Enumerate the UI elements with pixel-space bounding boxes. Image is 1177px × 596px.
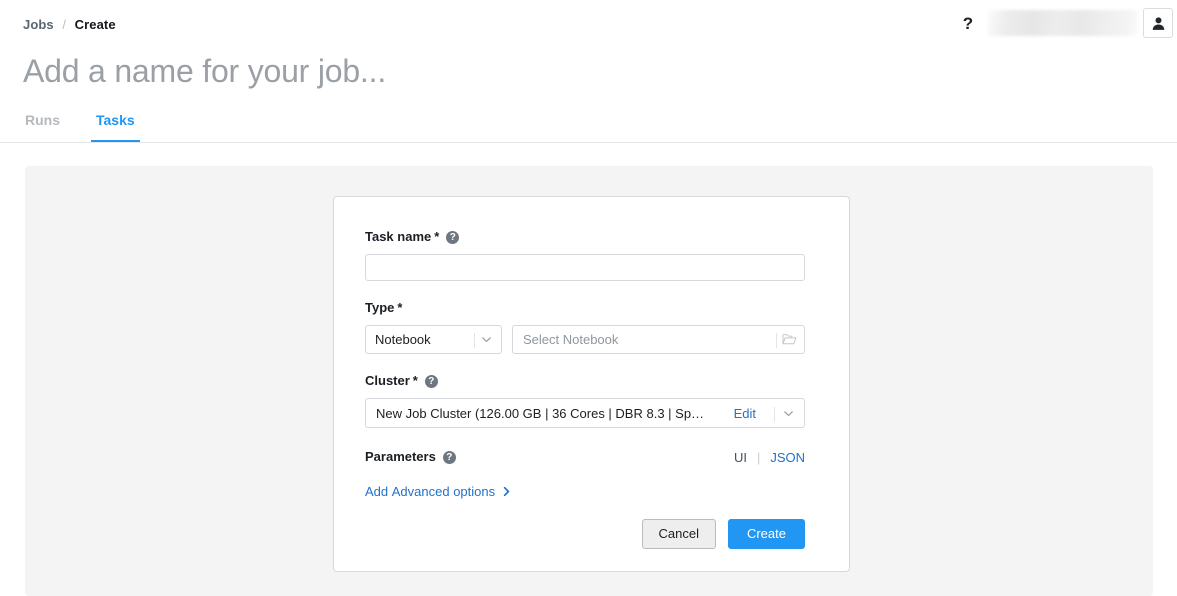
tab-tasks-label: Tasks: [96, 112, 135, 128]
chevron-down-icon: [782, 399, 795, 427]
parameters-view-toggle: UI | JSON: [734, 450, 805, 465]
task-name-help-circle-icon[interactable]: ?: [446, 231, 459, 244]
parameters-header-row: Parameters ? UI | JSON: [365, 448, 805, 466]
task-name-label-text: Task name: [365, 228, 431, 246]
type-select-value: Notebook: [375, 332, 431, 347]
task-config-card: Task name * ? Type * Notebook Select Not…: [333, 196, 850, 572]
advanced-options-toggle[interactable]: Advanced options: [392, 484, 512, 499]
notebook-select-divider: [776, 333, 777, 348]
tab-bar: Runs Tasks: [23, 106, 169, 143]
breadcrumb-current-create: Create: [75, 17, 116, 32]
type-row: Notebook Select Notebook: [365, 317, 805, 354]
type-required-mark: *: [397, 299, 402, 317]
advanced-options-label: Advanced options: [392, 484, 495, 499]
top-header-bar: Jobs / Create ?: [0, 0, 1177, 48]
parameters-view-json[interactable]: JSON: [770, 450, 805, 465]
parameters-label: Parameters ?: [365, 448, 456, 466]
type-label-text: Type: [365, 299, 394, 317]
cluster-help-circle-icon[interactable]: ?: [425, 375, 438, 388]
redacted-account-name: [988, 10, 1138, 36]
cluster-select-divider: [774, 407, 775, 422]
type-label: Type *: [365, 299, 805, 317]
cluster-select-value: New Job Cluster (126.00 GB | 36 Cores | …: [376, 406, 704, 421]
breadcrumb-link-jobs[interactable]: Jobs: [23, 17, 54, 32]
parameters-label-text: Parameters: [365, 448, 436, 466]
card-action-row: Cancel Create: [365, 519, 805, 549]
folder-open-icon[interactable]: [782, 326, 797, 353]
cluster-label: Cluster * ?: [365, 372, 805, 390]
cancel-button[interactable]: Cancel: [642, 519, 716, 549]
parameters-add-link[interactable]: Add: [365, 484, 388, 499]
breadcrumb: Jobs / Create: [23, 17, 116, 33]
notebook-select-placeholder: Select Notebook: [523, 332, 618, 347]
cluster-required-mark: *: [413, 372, 418, 390]
parameters-view-ui[interactable]: UI: [734, 450, 747, 465]
tab-tasks[interactable]: Tasks: [94, 106, 137, 143]
type-select-divider: [474, 333, 475, 348]
task-name-input[interactable]: [365, 254, 805, 281]
create-button[interactable]: Create: [728, 519, 805, 549]
chevron-down-icon: [480, 326, 493, 353]
task-name-label: Task name * ?: [365, 228, 805, 246]
cluster-label-text: Cluster: [365, 372, 410, 390]
notebook-select[interactable]: Select Notebook: [512, 325, 805, 354]
page-title-input[interactable]: Add a name for your job...: [23, 50, 386, 92]
help-question-icon[interactable]: ?: [960, 14, 976, 34]
tab-runs-label: Runs: [25, 112, 60, 128]
task-name-required-mark: *: [434, 228, 439, 246]
parameters-view-separator: |: [757, 450, 760, 465]
type-select[interactable]: Notebook: [365, 325, 502, 354]
user-avatar-button[interactable]: [1143, 8, 1173, 38]
user-icon: [1150, 15, 1167, 32]
tab-bar-divider: [0, 142, 1177, 143]
breadcrumb-separator: /: [62, 17, 66, 32]
chevron-right-icon: [501, 486, 512, 497]
cluster-select[interactable]: New Job Cluster (126.00 GB | 36 Cores | …: [365, 398, 805, 428]
cluster-edit-link[interactable]: Edit: [734, 406, 756, 421]
tab-runs[interactable]: Runs: [23, 106, 62, 143]
parameters-help-circle-icon[interactable]: ?: [443, 451, 456, 464]
